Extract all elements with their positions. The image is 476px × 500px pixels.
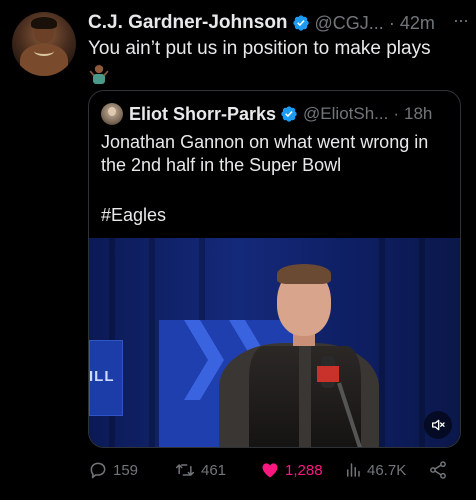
speaker-muted-icon bbox=[432, 419, 445, 431]
quoted-tweet-text: Jonathan Gannon on what went wrong in th… bbox=[101, 132, 429, 175]
retweet-count: 461 bbox=[201, 461, 227, 479]
quoted-hashtag-link[interactable]: #Eagles bbox=[101, 205, 166, 226]
heart-filled-icon bbox=[262, 463, 278, 478]
author-avatar[interactable] bbox=[12, 12, 76, 76]
speaker-hair bbox=[277, 264, 331, 284]
author-handle[interactable]: @CGJ... bbox=[315, 13, 384, 34]
quoted-author-avatar[interactable] bbox=[101, 103, 123, 125]
reply-icon bbox=[90, 462, 106, 479]
avatar-chain bbox=[34, 46, 54, 56]
like-count: 1,288 bbox=[285, 461, 323, 479]
curtain-fold bbox=[379, 238, 385, 447]
quoted-author-name[interactable]: Eliot Shorr-Parks bbox=[129, 104, 276, 125]
speaker-vest-left bbox=[249, 346, 299, 447]
views-count: 46.7K bbox=[367, 461, 407, 479]
views-bar-chart-icon bbox=[347, 463, 360, 477]
tweet-header: C.J. Gardner-Johnson @CGJ... · 42m bbox=[88, 12, 468, 34]
share-button[interactable] bbox=[428, 460, 453, 480]
quoted-author-handle[interactable]: @EliotSh... bbox=[303, 104, 388, 124]
curtain-fold bbox=[419, 238, 425, 447]
quoted-separator-dot: · bbox=[393, 104, 400, 123]
quoted-tweet-header: Eliot Shorr-Parks @EliotSh... · 18h bbox=[101, 103, 432, 125]
verified-badge-icon bbox=[292, 15, 309, 31]
like-button[interactable]: 1,288 bbox=[260, 460, 323, 480]
reply-button[interactable]: 159 bbox=[88, 460, 138, 480]
tweet[interactable]: C.J. Gardner-Johnson @CGJ... · 42m ··· Y… bbox=[0, 0, 476, 500]
avatar-hair bbox=[31, 17, 57, 29]
quoted-tweet[interactable]: Eliot Shorr-Parks @EliotSh... · 18h Jona… bbox=[88, 90, 461, 448]
tweet-actions: 159 461 1,288 46.7K bbox=[88, 460, 464, 482]
more-options-icon[interactable]: ··· bbox=[453, 10, 469, 31]
tweet-timestamp[interactable]: 42m bbox=[400, 13, 435, 34]
quoted-tweet-timestamp[interactable]: 18h bbox=[404, 104, 432, 124]
retweet-button[interactable]: 461 bbox=[174, 460, 226, 480]
quoted-verified-badge-icon bbox=[281, 106, 297, 122]
share-icon bbox=[430, 461, 446, 479]
separator-dot: · bbox=[388, 12, 395, 33]
video-player[interactable]: ILL bbox=[89, 238, 460, 447]
retweet-icon bbox=[175, 464, 195, 476]
reply-count: 159 bbox=[113, 461, 139, 479]
mute-toggle-button[interactable] bbox=[424, 411, 452, 439]
microphone-flag bbox=[317, 366, 339, 382]
quoted-avatar-face bbox=[108, 107, 116, 116]
views-button[interactable]: 46.7K bbox=[344, 460, 406, 480]
author-name[interactable]: C.J. Gardner-Johnson bbox=[88, 12, 288, 34]
event-sign-text: ILL bbox=[89, 368, 115, 385]
person-shrugging-emoji-icon bbox=[89, 64, 109, 84]
curtain-fold bbox=[149, 238, 155, 447]
tweet-text: You ain’t put us in position to make pla… bbox=[88, 38, 431, 59]
